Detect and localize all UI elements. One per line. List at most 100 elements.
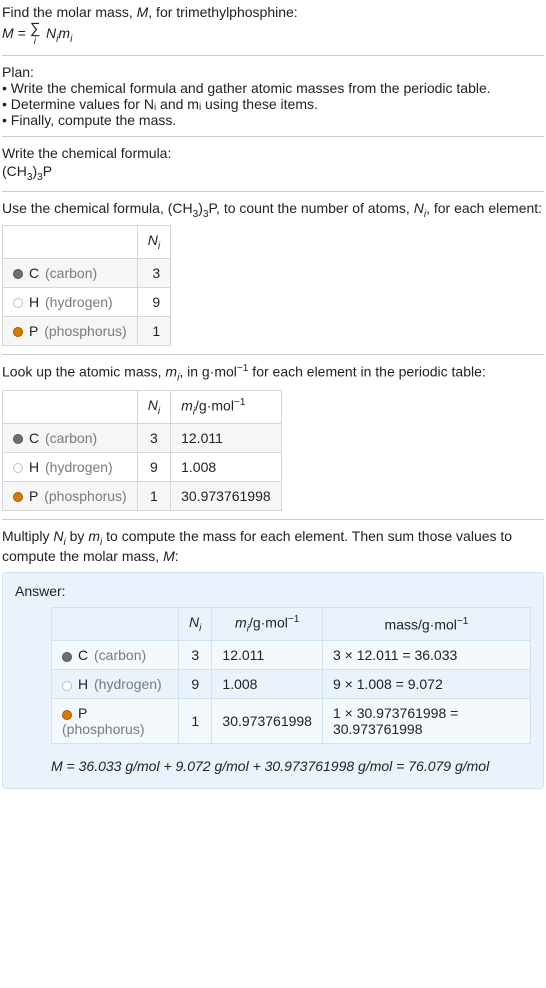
n-cell: 1 — [137, 317, 170, 346]
formula-part: (CH — [2, 163, 27, 179]
summation-icon: ∑i — [30, 22, 40, 47]
text: Multiply — [2, 528, 53, 544]
text: Use the chemical formula, (CH — [2, 200, 193, 216]
text: for each element in the periodic table: — [248, 364, 485, 380]
divider — [2, 55, 544, 56]
plan-title: Plan: — [2, 64, 544, 80]
compute-block: Multiply Ni by mi to compute the mass fo… — [2, 528, 544, 564]
element-name: (carbon) — [45, 430, 97, 446]
answer-box: Answer: Ni mi/g·mol−1 mass/g·mol−1 C (ca… — [2, 572, 544, 789]
element-name: (carbon) — [94, 647, 146, 663]
table-row: H (hydrogen) 9 — [3, 288, 171, 317]
header-mass: mass/g·mol−1 — [322, 607, 530, 640]
plan-item: Finally, compute the mass. — [2, 112, 544, 128]
element-symbol: C — [78, 647, 88, 663]
table-row: C (carbon) 3 12.011 — [3, 424, 282, 453]
text: by — [66, 528, 89, 544]
text: P, to count the number of atoms, — [209, 200, 414, 216]
formula-block: Write the chemical formula: (CH3)3P — [2, 145, 544, 183]
mass-cell: 1 × 30.973761998 = 30.973761998 — [322, 699, 530, 744]
m-cell: 12.011 — [171, 424, 282, 453]
element-name: (phosphorus) — [62, 721, 145, 737]
element-cell: H (hydrogen) — [3, 288, 138, 317]
element-name: (carbon) — [45, 265, 97, 281]
text: Look up the atomic mass, — [2, 364, 165, 380]
element-name: (hydrogen) — [94, 676, 162, 692]
table-row: C (carbon) 3 12.011 3 × 12.011 = 36.033 — [52, 641, 531, 670]
element-symbol: H — [29, 459, 39, 475]
header-empty — [3, 226, 138, 259]
table-row: P (phosphorus) 1 30.973761998 — [3, 482, 282, 511]
molar-mass-equation: M = ∑i Nimi — [2, 22, 544, 47]
sup: −1 — [237, 363, 249, 374]
element-cell: C (carbon) — [3, 424, 138, 453]
element-name: (phosphorus) — [44, 323, 127, 339]
divider — [2, 191, 544, 192]
divider — [2, 519, 544, 520]
n-cell: 9 — [137, 288, 170, 317]
element-swatch-icon — [13, 298, 23, 308]
table-row: P (phosphorus) 1 — [3, 317, 171, 346]
element-symbol: P — [29, 323, 38, 339]
var-N: N — [414, 200, 424, 216]
count-lead: Use the chemical formula, (CH3)3P, to co… — [2, 200, 544, 220]
table-row: H (hydrogen) 9 1.008 9 × 1.008 = 9.072 — [52, 670, 531, 699]
n-cell: 1 — [137, 482, 170, 511]
text: : — [175, 548, 179, 564]
element-cell: H (hydrogen) — [3, 453, 138, 482]
element-swatch-icon — [13, 463, 23, 473]
element-symbol: P — [29, 488, 38, 504]
text: , for each element: — [426, 200, 542, 216]
eq-lhs: M — [2, 25, 14, 41]
element-cell: P (phosphorus) — [3, 482, 138, 511]
atomic-mass-table: Ni mi/g·mol−1 C (carbon) 3 12.011 H (hyd… — [2, 390, 282, 511]
n-cell: 1 — [179, 699, 212, 744]
var-m: m — [165, 364, 177, 380]
compute-lead: Multiply Ni by mi to compute the mass fo… — [2, 528, 544, 564]
plan-list: Write the chemical formula and gather at… — [2, 80, 544, 128]
text: , for trimethylphosphine: — [148, 4, 297, 20]
table-header-row: Ni — [3, 226, 171, 259]
header-m: mi/g·mol−1 — [171, 390, 282, 423]
plan-block: Plan: Write the chemical formula and gat… — [2, 64, 544, 128]
n-cell: 3 — [179, 641, 212, 670]
element-name: (phosphorus) — [44, 488, 127, 504]
table-header-row: Ni mi/g·mol−1 mass/g·mol−1 — [52, 607, 531, 640]
table-header-row: Ni mi/g·mol−1 — [3, 390, 282, 423]
table-row: P (phosphorus) 1 30.973761998 1 × 30.973… — [52, 699, 531, 744]
m-cell: 1.008 — [212, 670, 323, 699]
chemical-formula: (CH3)3P — [2, 163, 544, 183]
element-swatch-icon — [62, 710, 72, 720]
element-swatch-icon — [62, 681, 72, 691]
answer-table: Ni mi/g·mol−1 mass/g·mol−1 C (carbon) 3 … — [51, 607, 531, 744]
table-row: C (carbon) 3 — [3, 259, 171, 288]
element-cell: P (phosphorus) — [3, 317, 138, 346]
element-swatch-icon — [62, 652, 72, 662]
element-cell: C (carbon) — [52, 641, 179, 670]
m-cell: 12.011 — [212, 641, 323, 670]
atomic-mass-block: Look up the atomic mass, mi, in g·mol−1 … — [2, 363, 544, 511]
atom-count-table: Ni C (carbon) 3 H (hydrogen) 9 P (phosph… — [2, 225, 171, 346]
n-cell: 3 — [137, 424, 170, 453]
answer-final-equation: M = 36.033 g/mol + 9.072 g/mol + 30.9737… — [51, 758, 531, 774]
mass-cell: 3 × 12.011 = 36.033 — [322, 641, 530, 670]
element-symbol: H — [78, 676, 88, 692]
header-empty — [52, 607, 179, 640]
plan-item: Write the chemical formula and gather at… — [2, 80, 544, 96]
text: Find the molar mass, — [2, 4, 137, 20]
intro-line1: Find the molar mass, M, for trimethylpho… — [2, 4, 544, 20]
divider — [2, 136, 544, 137]
n-cell: 3 — [137, 259, 170, 288]
var-M: M — [163, 548, 175, 564]
n-cell: 9 — [179, 670, 212, 699]
text: , in g·mol — [179, 364, 237, 380]
element-swatch-icon — [13, 269, 23, 279]
element-swatch-icon — [13, 327, 23, 337]
header-N: Ni — [137, 226, 170, 259]
element-cell: P (phosphorus) — [52, 699, 179, 744]
intro-block: Find the molar mass, M , for trimethylpho… — [2, 4, 544, 47]
eq-m-sub: i — [70, 34, 72, 45]
eq-N: N — [46, 25, 56, 41]
answer-label: Answer: — [15, 583, 531, 599]
element-name: (hydrogen) — [45, 459, 113, 475]
